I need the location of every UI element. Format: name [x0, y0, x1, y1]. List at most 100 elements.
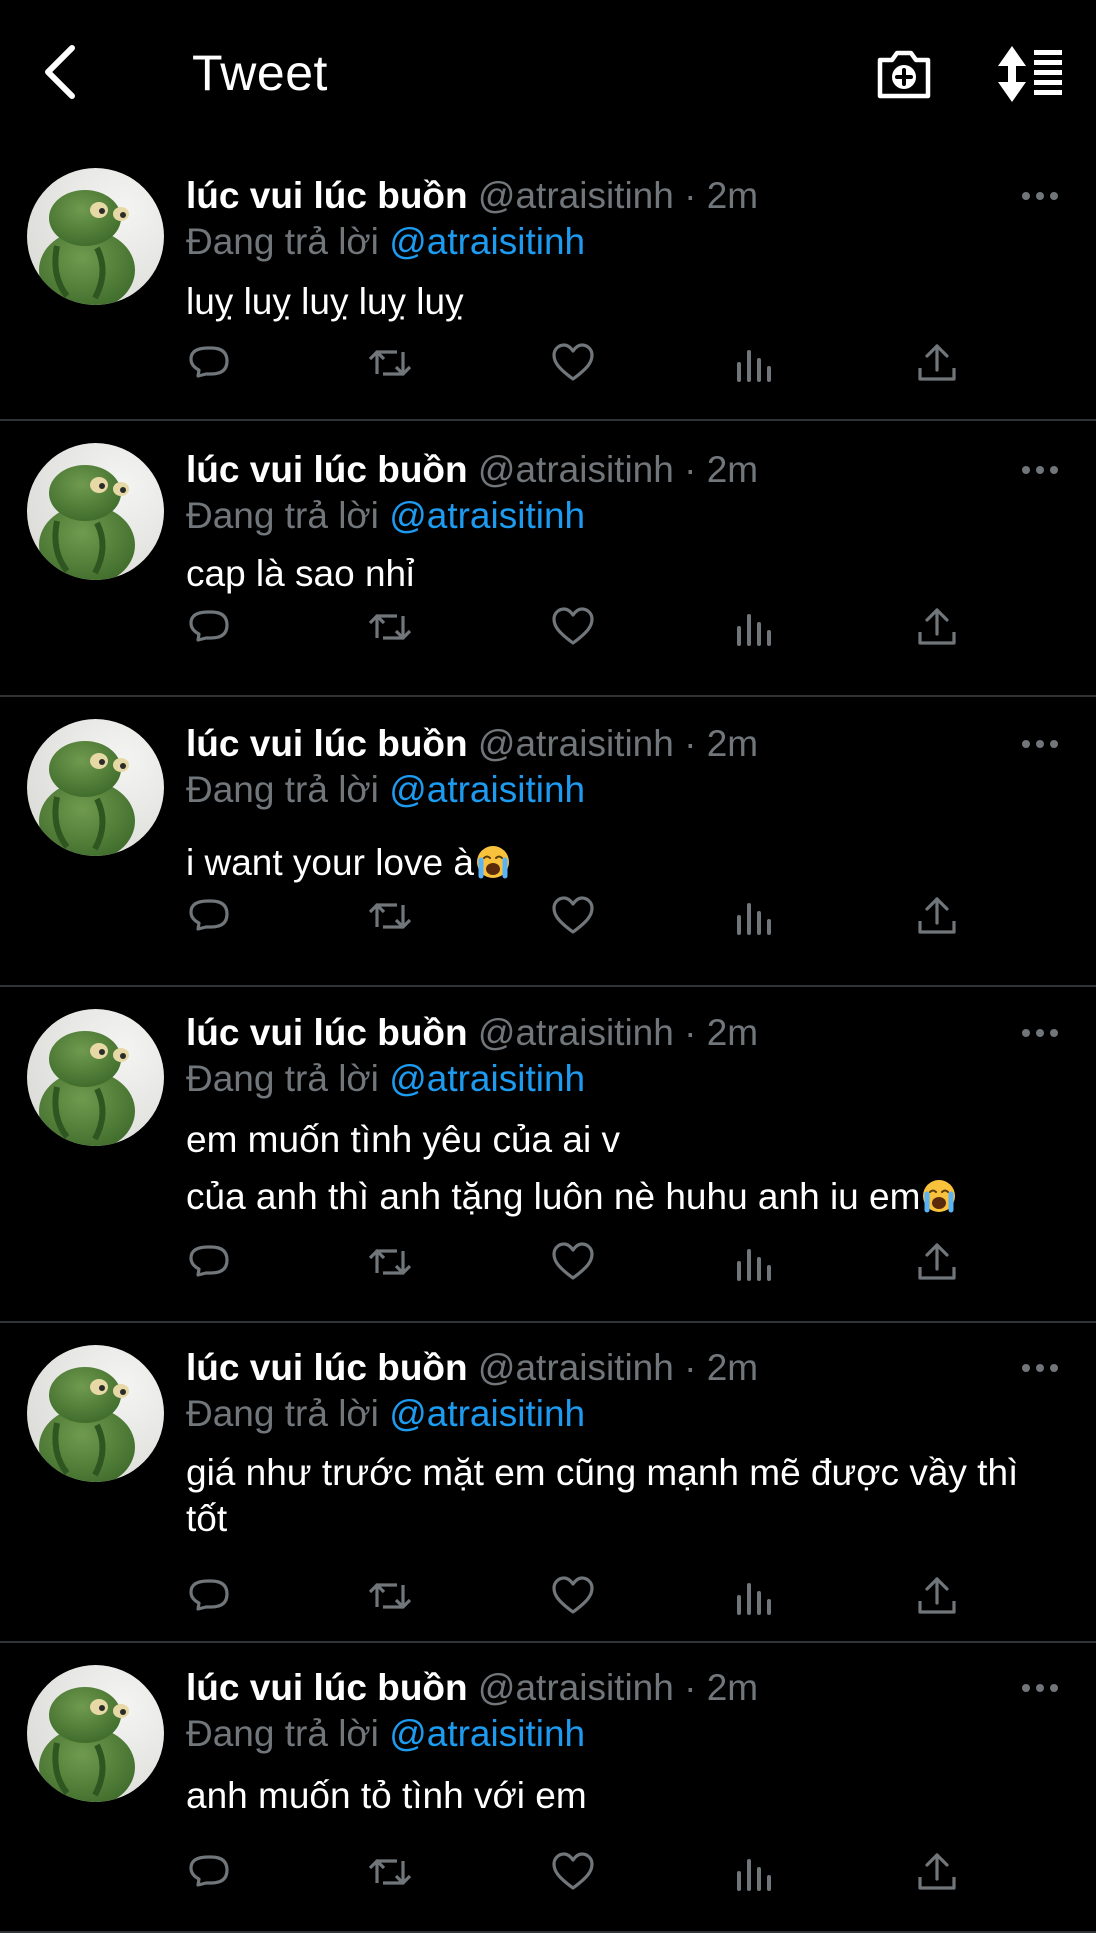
- tweet-item[interactable]: lúc vui lúc buồn @atraisitinh · 2m Đang …: [0, 1323, 1096, 1643]
- avatar[interactable]: [27, 1009, 164, 1146]
- tweet-item[interactable]: lúc vui lúc buồn @atraisitinh · 2m Đang …: [0, 1643, 1096, 1933]
- more-horizontal-icon: [1022, 1684, 1058, 1692]
- back-button[interactable]: [30, 40, 90, 104]
- mention-link[interactable]: @atraisitinh: [389, 221, 585, 262]
- retweet-button[interactable]: [367, 893, 413, 939]
- retweet-button[interactable]: [367, 604, 413, 650]
- more-options-button[interactable]: [1020, 1358, 1060, 1378]
- top-bar: Tweet: [0, 0, 1096, 145]
- like-button[interactable]: [550, 1849, 596, 1895]
- share-upload-icon: [918, 1853, 956, 1890]
- avatar[interactable]: [27, 168, 164, 305]
- reply-icon: [189, 1855, 229, 1887]
- mention-link[interactable]: @atraisitinh: [389, 1713, 585, 1754]
- author-name[interactable]: lúc vui lúc buồn: [186, 449, 468, 490]
- replying-to: Đang trả lời @atraisitinh: [186, 1056, 585, 1102]
- mention-link[interactable]: @atraisitinh: [389, 769, 585, 810]
- reply-button[interactable]: [186, 340, 232, 386]
- frog-avatar-image: [27, 168, 164, 305]
- separator-dot: ·: [684, 449, 697, 490]
- author-handle[interactable]: @atraisitinh: [478, 1667, 674, 1708]
- tweet-text-content: luỵ luỵ luỵ luỵ luỵ: [186, 281, 464, 322]
- replying-to: Đang trả lời @atraisitinh: [186, 493, 585, 539]
- replying-to-label: Đang trả lời: [186, 221, 379, 262]
- share-button[interactable]: [914, 604, 960, 650]
- author-handle[interactable]: @atraisitinh: [478, 1347, 674, 1388]
- share-upload-icon: [918, 608, 956, 645]
- chevron-left-icon: [45, 45, 75, 99]
- avatar[interactable]: [27, 1345, 164, 1482]
- more-options-button[interactable]: [1020, 186, 1060, 206]
- avatar[interactable]: [27, 1665, 164, 1802]
- author-handle[interactable]: @atraisitinh: [478, 1012, 674, 1053]
- like-button[interactable]: [550, 1573, 596, 1619]
- author-handle[interactable]: @atraisitinh: [478, 175, 674, 216]
- share-button[interactable]: [914, 1239, 960, 1285]
- like-button[interactable]: [550, 1239, 596, 1285]
- views-button[interactable]: [732, 893, 778, 939]
- like-button[interactable]: [550, 893, 596, 939]
- more-horizontal-icon: [1022, 466, 1058, 474]
- more-options-button[interactable]: [1020, 734, 1060, 754]
- reply-button[interactable]: [186, 893, 232, 939]
- more-options-button[interactable]: [1020, 1023, 1060, 1043]
- tweet-text-content: i want your love à: [186, 842, 474, 883]
- replying-to-label: Đang trả lời: [186, 495, 379, 536]
- timestamp[interactable]: 2m: [707, 1012, 758, 1053]
- tweet-item[interactable]: lúc vui lúc buồn @atraisitinh · 2m Đang …: [0, 145, 1096, 421]
- author-name[interactable]: lúc vui lúc buồn: [186, 1012, 468, 1053]
- avatar[interactable]: [27, 719, 164, 856]
- retweet-button[interactable]: [367, 1849, 413, 1895]
- share-button[interactable]: [914, 1849, 960, 1895]
- timestamp[interactable]: 2m: [707, 1347, 758, 1388]
- frog-avatar-image: [27, 1665, 164, 1802]
- heart-icon: [552, 1242, 594, 1280]
- retweet-button[interactable]: [367, 340, 413, 386]
- author-name[interactable]: lúc vui lúc buồn: [186, 1667, 468, 1708]
- share-button[interactable]: [914, 340, 960, 386]
- camera-button[interactable]: [874, 44, 934, 104]
- reply-button[interactable]: [186, 1573, 232, 1619]
- frog-avatar-image: [27, 719, 164, 856]
- mention-link[interactable]: @atraisitinh: [389, 1058, 585, 1099]
- timestamp[interactable]: 2m: [707, 723, 758, 764]
- reply-button[interactable]: [186, 604, 232, 650]
- author-handle[interactable]: @atraisitinh: [478, 723, 674, 764]
- views-button[interactable]: [732, 340, 778, 386]
- tweet-item[interactable]: lúc vui lúc buồn @atraisitinh · 2m Đang …: [0, 987, 1096, 1323]
- retweet-button[interactable]: [367, 1573, 413, 1619]
- tweet-text: cap là sao nhỉ: [186, 551, 1066, 597]
- avatar[interactable]: [27, 443, 164, 580]
- tweet-actions: [0, 893, 1096, 943]
- timestamp[interactable]: 2m: [707, 449, 758, 490]
- reply-button[interactable]: [186, 1239, 232, 1285]
- mention-link[interactable]: @atraisitinh: [389, 1393, 585, 1434]
- tweet-item[interactable]: lúc vui lúc buồn @atraisitinh · 2m Đang …: [0, 697, 1096, 987]
- tweet-item[interactable]: lúc vui lúc buồn @atraisitinh · 2m Đang …: [0, 421, 1096, 697]
- mention-link[interactable]: @atraisitinh: [389, 495, 585, 536]
- author-name[interactable]: lúc vui lúc buồn: [186, 1347, 468, 1388]
- author-name[interactable]: lúc vui lúc buồn: [186, 175, 468, 216]
- like-button[interactable]: [550, 340, 596, 386]
- more-horizontal-icon: [1022, 1364, 1058, 1372]
- sort-list-icon: [998, 46, 1062, 102]
- bar-chart-icon: [737, 1859, 771, 1891]
- reply-button[interactable]: [186, 1849, 232, 1895]
- views-button[interactable]: [732, 1849, 778, 1895]
- share-button[interactable]: [914, 1573, 960, 1619]
- sort-button[interactable]: [996, 44, 1066, 104]
- views-button[interactable]: [732, 1239, 778, 1285]
- more-options-button[interactable]: [1020, 1678, 1060, 1698]
- views-button[interactable]: [732, 604, 778, 650]
- author-name[interactable]: lúc vui lúc buồn: [186, 723, 468, 764]
- share-button[interactable]: [914, 893, 960, 939]
- tweet-text: anh muốn tỏ tình với em: [186, 1773, 1066, 1819]
- views-button[interactable]: [732, 1573, 778, 1619]
- like-button[interactable]: [550, 604, 596, 650]
- author-handle[interactable]: @atraisitinh: [478, 449, 674, 490]
- more-options-button[interactable]: [1020, 460, 1060, 480]
- reply-icon: [189, 610, 229, 642]
- retweet-button[interactable]: [367, 1239, 413, 1285]
- timestamp[interactable]: 2m: [707, 175, 758, 216]
- timestamp[interactable]: 2m: [707, 1667, 758, 1708]
